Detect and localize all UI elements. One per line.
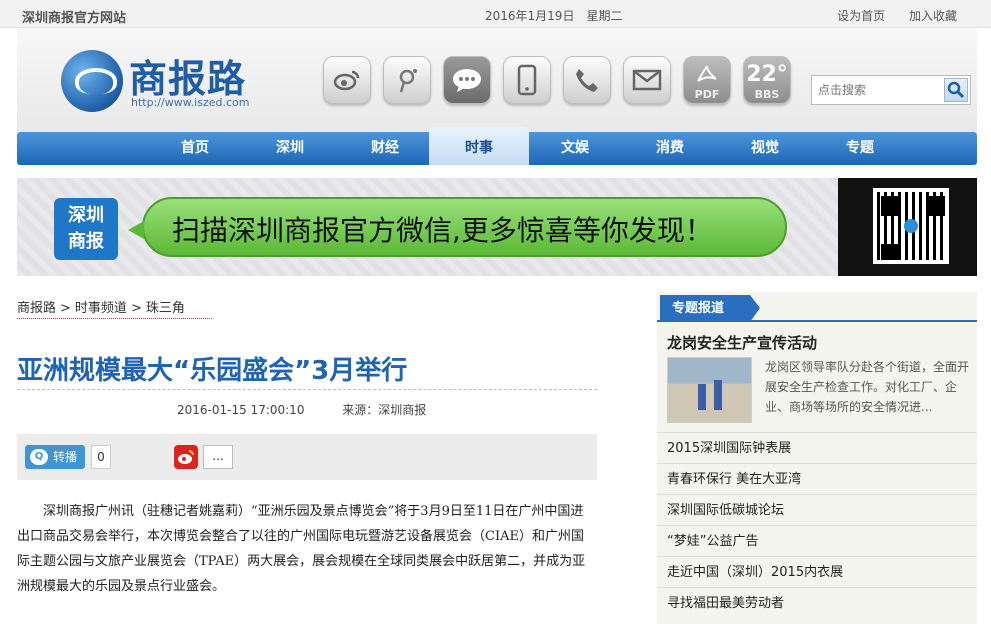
pdf-icon[interactable]: PDF: [683, 56, 731, 104]
list-item[interactable]: 2015深圳国际钟表展: [657, 432, 977, 463]
current-date: 2016年1月19日 星期二: [485, 9, 623, 23]
nav-item-home[interactable]: 首页: [155, 132, 235, 165]
search-button[interactable]: [944, 78, 968, 102]
sidebar-tag[interactable]: 专题报道: [660, 295, 760, 322]
main-nav: 首页 深圳 财经 时事 文娱 消费 视觉 专题: [17, 127, 977, 165]
banner-seal-text: 深圳商报: [68, 205, 104, 252]
search-icon: [947, 81, 965, 99]
qr-center-dot: [904, 219, 918, 233]
special-reports-list: 2015深圳国际钟表展 青春环保行 美在大亚湾 深圳国际低碳城论坛 “梦娃”公益…: [657, 432, 977, 618]
breadcrumb-section[interactable]: 珠三角: [146, 301, 185, 316]
article-meta: 2016-01-15 17:00:10 来源：深圳商报: [177, 401, 426, 418]
header: 商报路 http://www.iszed.com PDF 22° BBS: [17, 28, 977, 132]
featured-title[interactable]: 龙岗安全生产宣传活动: [667, 332, 817, 353]
qr-code: [838, 178, 977, 276]
list-item[interactable]: 青春环保行 美在大亚湾: [657, 463, 977, 494]
list-item[interactable]: “梦娃”公益广告: [657, 525, 977, 556]
sidebar-special-reports: 专题报道 龙岗安全生产宣传活动 龙岗区领导率队分赴各个街道，全面开展安全生产检查…: [657, 292, 977, 624]
site-logo[interactable]: 商报路 http://www.iszed.com: [61, 48, 251, 112]
list-item[interactable]: 走近中国（深圳）2015内衣展: [657, 556, 977, 587]
wechat-banner[interactable]: 深圳商报 扫描深圳商报官方微信,更多惊喜等你发现！: [17, 178, 977, 276]
nav-item-consumer[interactable]: 消费: [630, 132, 710, 165]
repost-label: 转播: [53, 450, 78, 464]
article-body: 深圳商报广州讯（驻穗记者姚嘉莉）“亚洲乐园及景点博览会”将于3月9日至11日在广…: [17, 499, 595, 599]
breadcrumb-separator: >: [130, 301, 142, 316]
list-item[interactable]: 寻找福田最美劳动者: [657, 587, 977, 618]
mail-icon[interactable]: [623, 56, 671, 104]
featured-image[interactable]: [667, 357, 752, 423]
site-name: 深圳商报官方网站: [22, 11, 127, 26]
set-home-link[interactable]: 设为首页: [837, 9, 885, 23]
article-source: 来源：深圳商报: [342, 403, 427, 417]
more-share-button[interactable]: ...: [203, 445, 233, 469]
nav-item-shenzhen[interactable]: 深圳: [250, 132, 330, 165]
nav-item-visual[interactable]: 视觉: [725, 132, 805, 165]
phone-icon[interactable]: [563, 56, 611, 104]
bookmark-link[interactable]: 加入收藏: [909, 9, 957, 23]
nav-item-finance[interactable]: 财经: [345, 132, 425, 165]
breadcrumb-home[interactable]: 商报路: [17, 301, 56, 316]
bbs-label: BBS: [754, 88, 780, 101]
sina-weibo-share-icon[interactable]: [174, 445, 198, 469]
article-title: 亚洲规模最大“乐园盛会”3月举行: [17, 356, 408, 386]
repost-button[interactable]: Q 转播: [25, 445, 85, 469]
search-input[interactable]: [812, 76, 940, 104]
breadcrumb-channel[interactable]: 时事频道: [75, 301, 127, 316]
tencent-weibo-icon: Q: [30, 449, 48, 465]
search-box: [811, 75, 971, 105]
banner-seal: 深圳商报: [54, 198, 118, 260]
chat-icon[interactable]: [443, 56, 491, 104]
share-bar: Q 转播 0 ...: [17, 434, 597, 480]
logo-text: 商报路: [129, 57, 247, 101]
sidebar-header: 专题报道: [657, 292, 977, 322]
banner-message: 扫描深圳商报官方微信,更多惊喜等你发现！: [128, 197, 787, 257]
tencent-weibo-icon[interactable]: [383, 56, 431, 104]
logo-url: http://www.iszed.com: [131, 96, 250, 109]
breadcrumb: 商报路 > 时事频道 > 珠三角: [17, 297, 212, 319]
list-item[interactable]: 深圳国际低碳城论坛: [657, 494, 977, 525]
top-links: 设为首页 加入收藏: [817, 7, 957, 24]
repost-count: 0: [91, 445, 111, 469]
weather-icon[interactable]: 22° BBS: [743, 56, 791, 104]
banner-text: 扫描深圳商报官方微信,更多惊喜等你发现！: [172, 214, 713, 247]
featured-description: 龙岗区领导率队分赴各个街道，全面开展安全生产检查工作。对化工厂、企业、商场等场所…: [765, 360, 970, 414]
logo-globe-icon: [61, 50, 123, 112]
title-divider: [17, 389, 597, 390]
nav-item-entertainment[interactable]: 文娱: [535, 132, 615, 165]
nav-item-current-affairs[interactable]: 时事: [429, 127, 529, 165]
article-datetime: 2016-01-15 17:00:10: [177, 403, 305, 417]
nav-item-special[interactable]: 专题: [820, 132, 900, 165]
weibo-icon[interactable]: [323, 56, 371, 104]
temperature: 22°: [746, 61, 788, 87]
breadcrumb-separator: >: [60, 301, 71, 316]
mobile-icon[interactable]: [503, 56, 551, 104]
article-paragraph: 深圳商报广州讯（驻穗记者姚嘉莉）“亚洲乐园及景点博览会”将于3月9日至11日在广…: [17, 504, 586, 594]
pdf-label: PDF: [694, 88, 720, 101]
top-bar: 深圳商报官方网站 2016年1月19日 星期二 设为首页 加入收藏: [0, 0, 991, 28]
